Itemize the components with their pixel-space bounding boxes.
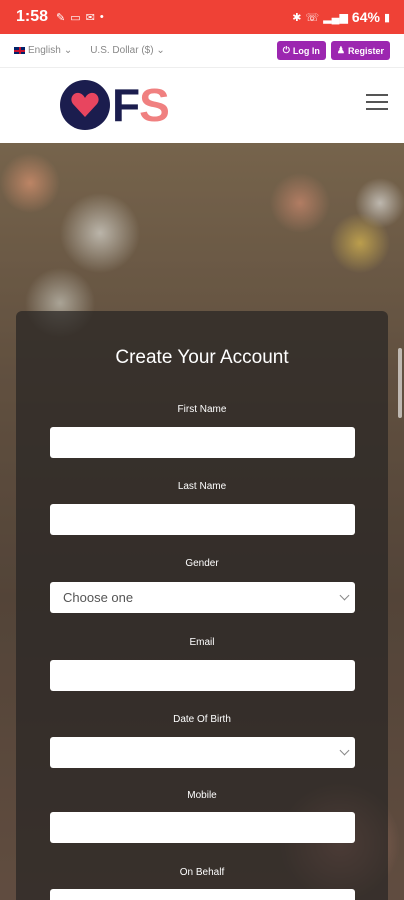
- mail-icon: ✉: [85, 11, 95, 24]
- mobile-label: Mobile: [187, 790, 217, 801]
- battery-percent: 64%: [351, 9, 380, 25]
- language-label: English: [28, 45, 61, 56]
- login-label: Log In: [292, 45, 320, 56]
- chevron-down-icon: ⌄: [63, 45, 73, 56]
- login-button[interactable]: ⏻ Log In: [276, 41, 326, 60]
- laptop-icon: ▭: [70, 11, 81, 24]
- on-behalf-label: On Behalf: [179, 867, 225, 878]
- on-behalf-select[interactable]: [50, 889, 355, 900]
- site-header: FS: [0, 68, 404, 143]
- register-button[interactable]: ♟ Register: [330, 41, 390, 60]
- heart-icon: [71, 92, 99, 117]
- email-label: Email: [189, 637, 215, 648]
- first-name-input[interactable]: [50, 427, 355, 458]
- chevron-down-icon: [339, 745, 350, 756]
- utility-bar: English ⌄ U.S. Dollar ($) ⌄ ⏻ Log In ♟ R…: [0, 34, 404, 68]
- status-right: ✱ ☏ ▂▄▆ 64% ▮: [292, 9, 390, 25]
- status-bar: 1:58 ✎ ▭ ✉ • ✱ ☏ ▂▄▆ 64% ▮: [0, 0, 404, 34]
- gender-value: Choose one: [63, 590, 134, 605]
- wifi-call-icon: ☏: [305, 11, 320, 24]
- notification-icons: ✎ ▭ ✉ •: [56, 11, 104, 24]
- gender-label: Gender: [185, 558, 219, 569]
- form-title: Create Your Account: [115, 347, 289, 368]
- last-name-label: Last Name: [177, 481, 227, 492]
- currency-label: U.S. Dollar ($): [90, 45, 154, 56]
- last-name-input[interactable]: [50, 504, 355, 535]
- logo-circle: [60, 80, 110, 130]
- language-selector[interactable]: English ⌄: [14, 45, 72, 56]
- battery-icon: ▮: [383, 11, 390, 24]
- dob-label: Date Of Birth: [173, 714, 231, 725]
- site-logo[interactable]: FS: [60, 78, 170, 132]
- registration-form: Create Your Account First Name Last Name…: [16, 311, 388, 900]
- hamburger-menu-icon[interactable]: [366, 94, 388, 110]
- chevron-down-icon: ⌄: [156, 45, 165, 56]
- dot-icon: •: [99, 11, 104, 23]
- currency-selector[interactable]: U.S. Dollar ($) ⌄: [90, 45, 165, 56]
- signal-icon: ▂▄▆: [323, 11, 348, 24]
- scrollbar[interactable]: [398, 348, 402, 418]
- register-label: Register: [347, 45, 384, 56]
- power-icon: ⏻: [282, 45, 290, 55]
- dob-select[interactable]: [50, 737, 355, 768]
- bluetooth-icon: ✱: [292, 11, 302, 24]
- status-time: 1:58: [16, 8, 49, 25]
- uk-flag-icon: [14, 47, 25, 54]
- email-input[interactable]: [50, 660, 355, 691]
- gender-select[interactable]: Choose one: [50, 582, 355, 613]
- mobile-input[interactable]: [50, 812, 355, 843]
- user-icon: ♟: [336, 45, 345, 55]
- auth-buttons: ⏻ Log In ♟ Register: [276, 41, 390, 60]
- chevron-down-icon: [339, 590, 350, 601]
- edit-icon: ✎: [56, 11, 66, 24]
- logo-text: FS: [112, 79, 170, 131]
- first-name-label: First Name: [177, 404, 227, 415]
